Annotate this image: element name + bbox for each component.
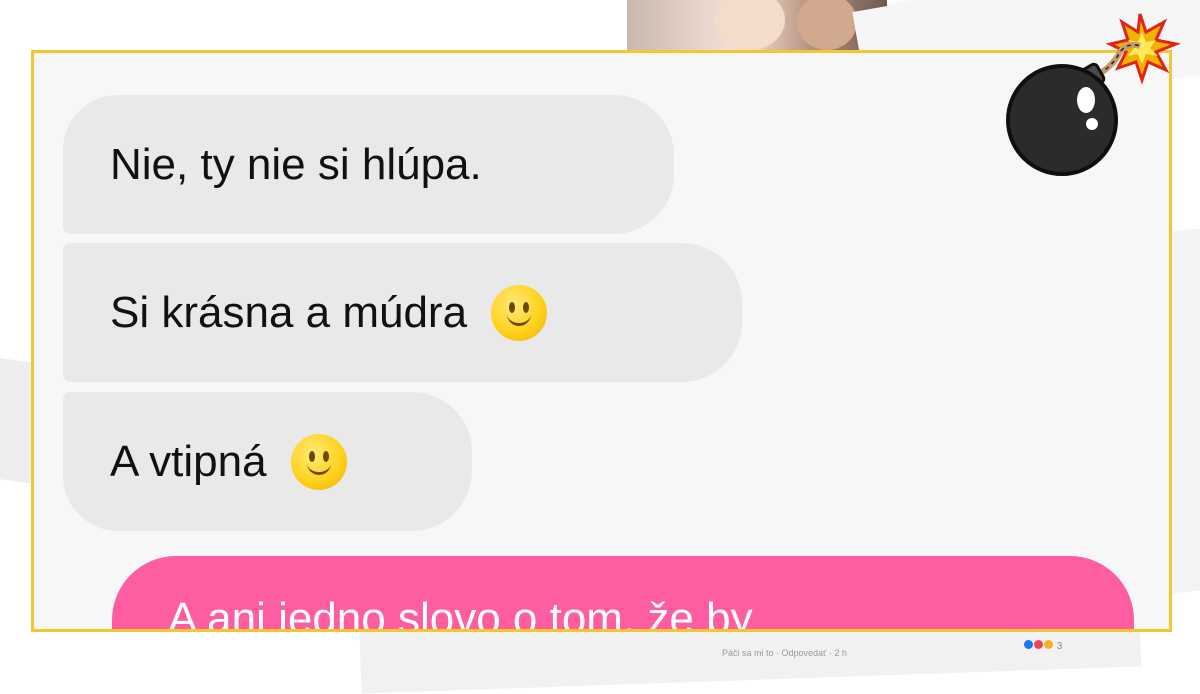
- background-face: [797, 0, 857, 50]
- message-text: Nie, ty nie si hlúpa.: [110, 139, 482, 189]
- background-face: [715, 0, 785, 50]
- received-message-bubble: Nie, ty nie si hlúpa.: [63, 95, 674, 234]
- reaction-count: 3: [1056, 641, 1063, 652]
- background-reactions: 3: [1024, 640, 1062, 652]
- message-text: A vtipná: [110, 436, 267, 486]
- love-reaction-icon: [1034, 640, 1043, 649]
- smiley-emoji-icon: [491, 284, 548, 341]
- sent-message-bubble: A ani jedno slovo o tom, že by: [112, 556, 1134, 632]
- message-text: A ani jedno slovo o tom, že by: [168, 594, 753, 632]
- background-photo: [627, 0, 887, 50]
- like-reaction-icon: [1024, 640, 1033, 649]
- haha-reaction-icon: [1044, 640, 1053, 649]
- background-comment-footer: Páči sa mi to · Odpovedať · 2 h: [722, 648, 847, 658]
- received-message-bubble: Si krásna a múdra: [63, 243, 742, 382]
- bomb-icon: [1006, 13, 1180, 176]
- smiley-emoji-icon: [290, 433, 347, 490]
- message-text: Si krásna a múdra: [110, 287, 468, 337]
- received-message-bubble: A vtipná: [63, 392, 472, 531]
